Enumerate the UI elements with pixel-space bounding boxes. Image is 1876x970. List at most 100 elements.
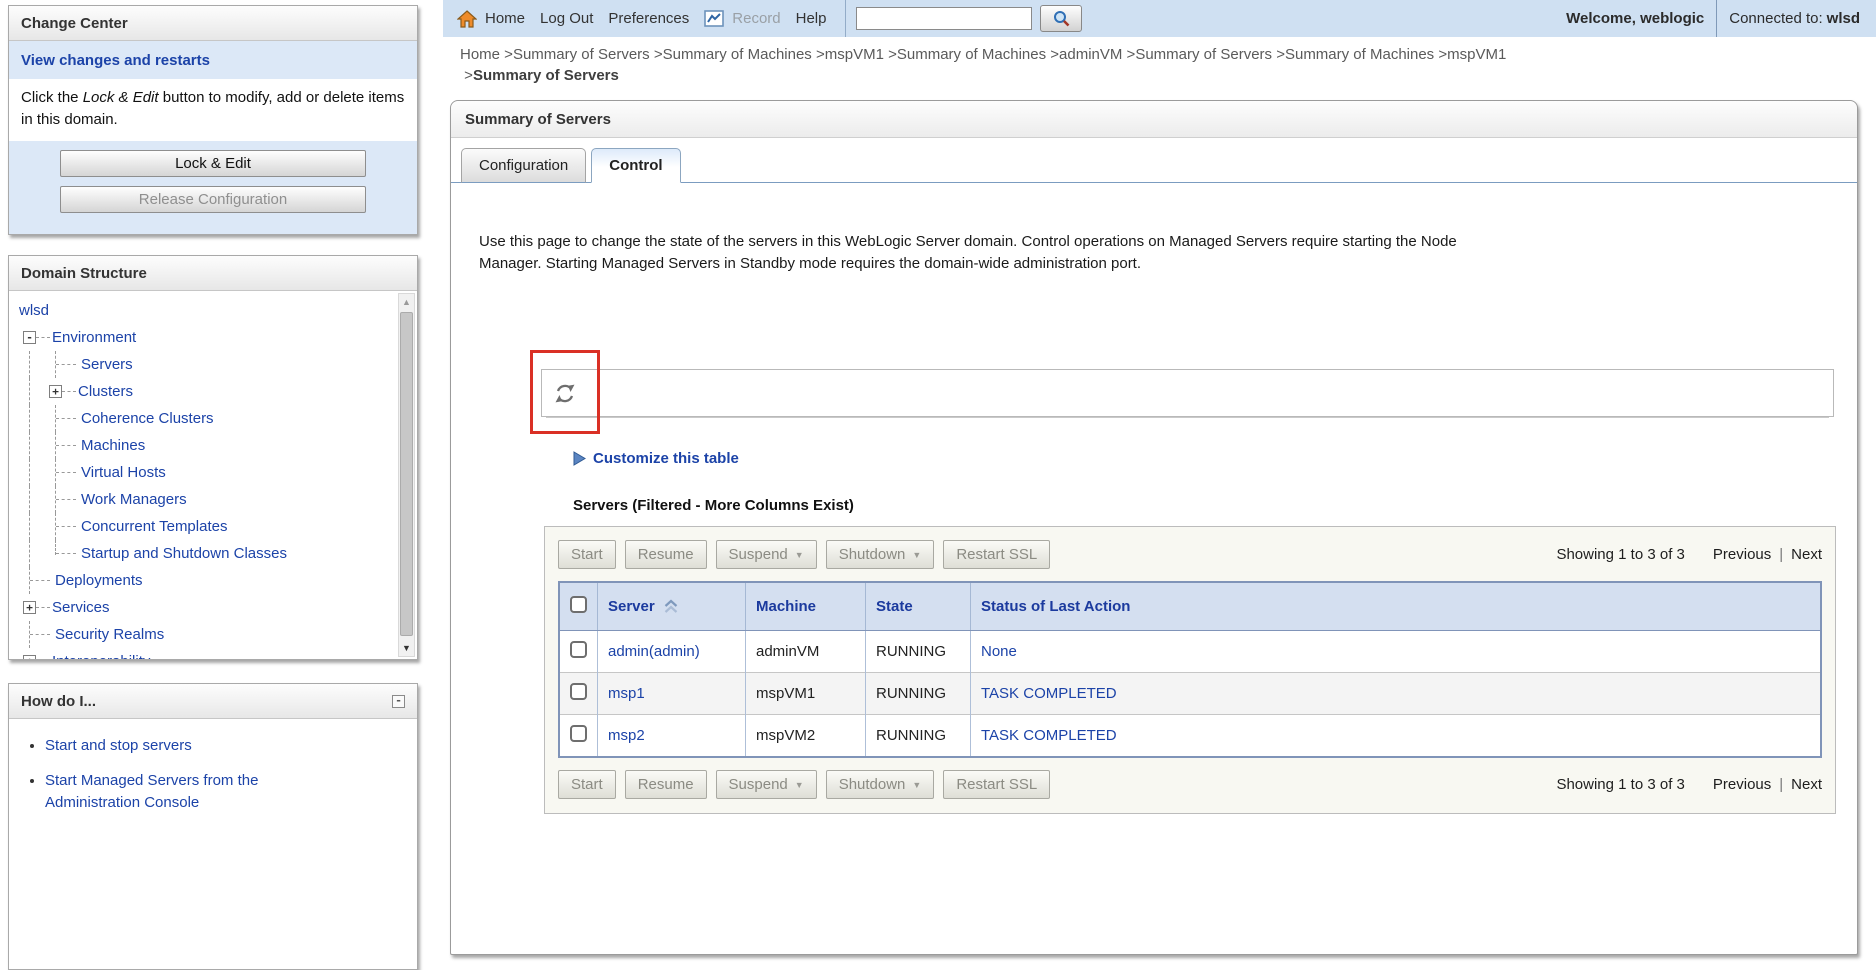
how-do-i-link[interactable]: Start and stop servers	[45, 737, 192, 754]
domain-tree-row: + Services	[17, 594, 391, 621]
restart-ssl-button[interactable]: Restart SSL	[943, 770, 1050, 799]
breadcrumb-item[interactable]: mspVM1	[1447, 46, 1506, 63]
breadcrumb-item[interactable]: Home	[460, 46, 500, 63]
search-button[interactable]	[1040, 5, 1082, 32]
domain-tree-item[interactable]: Startup and Shutdown Classes	[81, 545, 287, 562]
tree-guide	[55, 405, 79, 432]
shutdown-button[interactable]: Shutdown▼	[826, 540, 935, 569]
refresh-icon[interactable]	[553, 382, 577, 405]
domain-tree-item[interactable]: Environment	[52, 329, 136, 346]
status-link[interactable]: TASK COMPLETED	[981, 685, 1117, 702]
column-header-server[interactable]: Server	[598, 582, 746, 631]
lock-edit-button[interactable]: Lock & Edit	[60, 150, 366, 177]
start-button[interactable]: Start	[558, 540, 616, 569]
status-link[interactable]: TASK COMPLETED	[981, 727, 1117, 744]
customize-table-link[interactable]: Customize this table	[573, 450, 1857, 467]
suspend-button[interactable]: Suspend▼	[716, 540, 817, 569]
release-configuration-button[interactable]: Release Configuration	[60, 186, 366, 213]
pagination-previous[interactable]: Previous	[1713, 776, 1771, 793]
tree-guide	[55, 459, 79, 486]
row-checkbox[interactable]	[570, 683, 587, 700]
domain-tree-item[interactable]: Services	[52, 599, 110, 616]
resume-button[interactable]: Resume	[625, 540, 707, 569]
domain-tree-item[interactable]: Clusters	[78, 383, 133, 400]
column-header-state[interactable]: State	[866, 582, 971, 631]
tree-guide	[55, 486, 79, 513]
breadcrumb-item[interactable]: Summary of Machines	[1285, 46, 1434, 63]
breadcrumb-item[interactable]: adminVM	[1059, 46, 1122, 63]
machine-cell: mspVM2	[746, 715, 866, 758]
pagination-previous[interactable]: Previous	[1713, 546, 1771, 563]
server-link[interactable]: msp2	[608, 727, 645, 744]
resume-button[interactable]: Resume	[625, 770, 707, 799]
how-do-i-title: How do I...	[21, 693, 96, 710]
expand-node-icon[interactable]: +	[23, 655, 36, 659]
server-link[interactable]: admin(admin)	[608, 643, 700, 660]
breadcrumb-separator: >	[650, 46, 663, 63]
row-checkbox[interactable]	[570, 725, 587, 742]
pagination-next[interactable]: Next	[1791, 546, 1822, 563]
tab-configuration[interactable]: Configuration	[461, 148, 586, 183]
dropdown-chevron-icon: ▼	[795, 550, 804, 560]
table-row: msp2 mspVM2RUNNING TASK COMPLETED	[559, 715, 1821, 758]
toolbar-divider	[1716, 0, 1717, 37]
pagination-next[interactable]: Next	[1791, 776, 1822, 793]
tab-control[interactable]: Control	[591, 148, 680, 183]
scroll-down-icon[interactable]: ▼	[399, 640, 414, 656]
domain-tree-item[interactable]: Deployments	[55, 572, 143, 589]
scrollbar-thumb[interactable]	[400, 312, 413, 636]
breadcrumb-separator: >	[1272, 46, 1285, 63]
nav-home[interactable]: Home	[485, 10, 525, 27]
search-input[interactable]	[856, 7, 1032, 30]
domain-tree-item[interactable]: wlsd	[19, 302, 49, 319]
sort-ascending-icon[interactable]	[663, 599, 679, 614]
select-all-checkbox[interactable]	[570, 596, 587, 613]
shutdown-button[interactable]: Shutdown▼	[826, 770, 935, 799]
row-checkbox[interactable]	[570, 641, 587, 658]
column-header-machine[interactable]: Machine	[746, 582, 866, 631]
how-do-i-link[interactable]: Start Managed Servers from the Administr…	[45, 772, 258, 811]
tree-guide	[17, 432, 29, 459]
scroll-up-icon[interactable]: ▲	[399, 294, 414, 310]
start-button[interactable]: Start	[558, 770, 616, 799]
nav-preferences[interactable]: Preferences	[608, 10, 689, 27]
scrollbar[interactable]: ▲ ▼	[398, 293, 415, 657]
how-do-i-list: Start and stop servers Start Managed Serv…	[45, 735, 407, 814]
nav-log-out[interactable]: Log Out	[540, 10, 593, 27]
domain-tree-item[interactable]: Coherence Clusters	[81, 410, 214, 427]
page-title: Summary of Servers	[451, 101, 1857, 138]
domain-tree-item[interactable]: Security Realms	[55, 626, 164, 643]
breadcrumb-item[interactable]: Summary of Machines	[663, 46, 812, 63]
suspend-button[interactable]: Suspend▼	[716, 770, 817, 799]
nav-help[interactable]: Help	[796, 10, 827, 27]
collapse-panel-icon[interactable]: -	[392, 695, 405, 708]
expand-node-icon[interactable]: +	[23, 601, 36, 614]
server-cell: admin(admin)	[598, 631, 746, 673]
restart-ssl-button[interactable]: Restart SSL	[943, 540, 1050, 569]
column-header-status[interactable]: Status of Last Action	[971, 582, 1822, 631]
domain-tree-row: Deployments	[17, 567, 391, 594]
domain-tree-item[interactable]: Machines	[81, 437, 145, 454]
breadcrumb-item[interactable]: Summary of Servers	[1135, 46, 1272, 63]
breadcrumb-item[interactable]: Summary of Machines	[897, 46, 1046, 63]
servers-table: Server Machine State Status of Last Acti…	[558, 581, 1822, 758]
state-cell: RUNNING	[866, 715, 971, 758]
domain-tree-item[interactable]: Concurrent Templates	[81, 518, 227, 535]
domain-tree-item[interactable]: Interoperability	[52, 653, 150, 659]
status-link[interactable]: None	[981, 643, 1017, 660]
home-icon[interactable]	[457, 10, 477, 28]
view-changes-link[interactable]: View changes and restarts	[9, 41, 417, 79]
domain-tree-item[interactable]: Servers	[81, 356, 133, 373]
tree-guide	[17, 486, 29, 513]
breadcrumb-item[interactable]: mspVM1	[825, 46, 884, 63]
tree-guide	[29, 459, 55, 486]
tree-guide	[29, 378, 49, 405]
domain-tree-item[interactable]: Virtual Hosts	[81, 464, 166, 481]
pagination-separator: |	[1779, 546, 1783, 563]
collapse-node-icon[interactable]: -	[23, 331, 36, 344]
pagination-showing: Showing 1 to 3 of 3	[1556, 546, 1684, 563]
server-link[interactable]: msp1	[608, 685, 645, 702]
expand-node-icon[interactable]: +	[49, 385, 62, 398]
breadcrumb-item[interactable]: Summary of Servers	[513, 46, 650, 63]
domain-tree-item[interactable]: Work Managers	[81, 491, 187, 508]
